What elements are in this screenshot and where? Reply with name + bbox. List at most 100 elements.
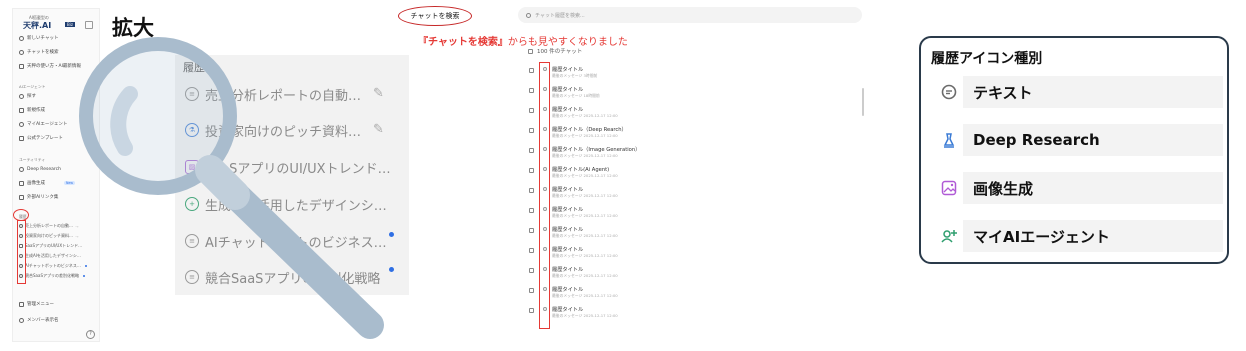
chat-icon: ≡: [185, 87, 199, 101]
new-badge: New: [64, 181, 75, 185]
help-icon[interactable]: ?: [86, 330, 95, 339]
row-subtitle: 最後のメッセージ 18時間前: [552, 93, 600, 98]
history-item[interactable]: 売上分析レポートの自動… ⊸: [19, 222, 78, 230]
chat-list-row[interactable]: 履歴タイトル 最後のメッセージ 3時間前: [520, 60, 864, 80]
chat-list-row[interactable]: 履歴タイトル 最後のメッセージ 2025-12-17 12:00: [520, 200, 864, 220]
sidebar-item-label: 管理メニュー: [27, 302, 54, 307]
zoomed-history-label: 売上分析レポートの自動…: [205, 88, 362, 104]
chat-list-row[interactable]: 履歴タイトル 最後のメッセージ 2025-12-17 12:00: [520, 240, 864, 260]
row-checkbox[interactable]: [529, 148, 534, 153]
chat-list-row[interactable]: 履歴タイトル 最後のメッセージ 2025-12-17 12:00: [520, 220, 864, 240]
pin-icon[interactable]: ✎: [373, 86, 384, 101]
chat-list-row[interactable]: 履歴タイトル 最後のメッセージ 2025-12-17 12:00: [520, 100, 864, 120]
row-title: 履歴タイトル（Deep Rearch）: [552, 127, 627, 133]
row-checkbox[interactable]: [529, 308, 534, 313]
row-title: 履歴タイトル: [552, 267, 584, 273]
chat-list-row[interactable]: 履歴タイトル 最後のメッセージ 2025-12-17 12:00: [520, 300, 864, 320]
external-links-button[interactable]: 外部AIリンク集: [19, 192, 58, 202]
history-item[interactable]: 競合SaaSアプリの差別化戦略: [19, 272, 85, 280]
row-checkbox[interactable]: [529, 88, 534, 93]
history-item[interactable]: 生成AIを活用したデザインシ…: [19, 252, 81, 260]
row-subtitle: 最後のメッセージ 2025-12-17 12:00: [552, 233, 618, 238]
admin-menu-button[interactable]: 管理メニュー: [19, 299, 54, 309]
row-title: 履歴タイトル: [552, 287, 584, 293]
zoomed-history-item[interactable]: + 生成AIを活用したデザインシ…: [185, 194, 387, 214]
official-template-button[interactable]: 公式テンプレート: [19, 133, 63, 143]
image-generation-button[interactable]: 画像生成 New: [19, 178, 75, 188]
chat-list-row[interactable]: 履歴タイトル 最後のメッセージ 18時間前: [520, 80, 864, 100]
new-chat-button[interactable]: 新しいチャット: [19, 33, 58, 43]
pin-icon[interactable]: ⊸: [75, 234, 78, 239]
feature-note-highlight: 『チャットを検索』: [418, 37, 508, 48]
logo[interactable]: AI搭載型の 天秤.AI Biz: [17, 15, 95, 33]
chat-icon: ≡: [185, 270, 199, 284]
chat-list-row[interactable]: 履歴タイトル 最後のメッセージ 2025-12-17 12:00: [520, 260, 864, 280]
unread-dot: [84, 265, 87, 267]
row-checkbox[interactable]: [529, 288, 534, 293]
row-checkbox[interactable]: [529, 248, 534, 253]
zoomed-history-panel: 履歴 ≡ 売上分析レポートの自動… ✎ ⚗ 投資家向けのピッチ資料… ✎ ▨ S…: [175, 55, 409, 295]
chat-list-row[interactable]: 履歴タイトル 最後のメッセージ 2025-12-17 12:00: [520, 180, 864, 200]
history-icons-highlight: [17, 220, 26, 284]
sidebar-collapse-icon[interactable]: [85, 21, 93, 29]
search-icon: [526, 12, 531, 18]
guide-link[interactable]: 天秤の使い方・AI最新情報: [19, 61, 81, 71]
row-title: 履歴タイトル(Ai Agent): [552, 167, 610, 173]
row-subtitle: 最後のメッセージ 2025-12-17 12:00: [552, 273, 618, 278]
deep-research-button[interactable]: Deep Research: [19, 164, 61, 174]
scrollbar[interactable]: [862, 88, 864, 116]
member-name-button[interactable]: メンバー表示名: [19, 315, 59, 325]
zoomed-history-item[interactable]: ▨ SaaSアプリのUI/UXトレンド…: [185, 157, 391, 177]
logo-text: 天秤.AI: [23, 21, 52, 30]
deep-research-icon: ⚗: [185, 123, 199, 137]
zoomed-history-label: AIチャットボットのビジネス…: [205, 235, 387, 251]
unread-dot: [389, 267, 394, 272]
row-checkbox[interactable]: [529, 128, 534, 133]
chat-list-row[interactable]: 履歴タイトル（Deep Rearch） 最後のメッセージ 2025-12-17 1…: [520, 120, 864, 140]
row-checkbox[interactable]: [529, 228, 534, 233]
zoomed-history-item[interactable]: ⚗ 投資家向けのピッチ資料…: [185, 120, 361, 140]
history-item[interactable]: AIチャットボットのビジネス…: [19, 262, 87, 270]
zoomed-history-item[interactable]: ≡ 売上分析レポートの自動…: [185, 84, 361, 104]
sidebar-item-label: 新規作成: [27, 108, 45, 113]
row-checkbox[interactable]: [529, 208, 534, 213]
chat-list: 履歴タイトル 最後のメッセージ 3時間前 履歴タイトル 最後のメッセージ 18時間前履…: [520, 60, 864, 330]
explore-agent-button[interactable]: 探す: [19, 91, 36, 101]
zoomed-history-label: 競合SaaSアプリの差別化戦略: [205, 271, 381, 287]
history-item-label: 売上分析レポートの自動…: [25, 223, 73, 228]
search-icon: [19, 49, 24, 55]
legend-row-agent: マイAIエージェント: [939, 218, 1223, 254]
row-checkbox[interactable]: [529, 168, 534, 173]
row-checkbox[interactable]: [529, 268, 534, 273]
chat-list-row[interactable]: 履歴タイトル(Ai Agent) 最後のメッセージ 2025-12-17 12:0…: [520, 160, 864, 180]
agent-icon: [939, 226, 959, 246]
row-subtitle: 最後のメッセージ 2025-12-17 12:00: [552, 173, 618, 178]
search-chat-button[interactable]: チャットを検索: [19, 47, 58, 57]
row-checkbox[interactable]: [529, 108, 534, 113]
row-subtitle: 最後のメッセージ 3時間前: [552, 73, 598, 78]
create-agent-button[interactable]: 新規作成: [19, 105, 45, 115]
zoomed-history-item[interactable]: ≡ AIチャットボットのビジネス…: [185, 231, 387, 251]
row-title: 履歴タイトル: [552, 247, 584, 253]
chat-list-row[interactable]: 履歴タイトル（Image Generation） 最後のメッセージ 2025-12…: [520, 140, 864, 160]
chat-search-input[interactable]: チャット履歴を検索...: [518, 7, 862, 23]
my-agent-button[interactable]: マイAIエージェント: [19, 119, 67, 129]
legend-row-deep-research: Deep Research: [939, 122, 1223, 158]
select-all-checkbox[interactable]: [528, 48, 533, 54]
agent-icon: +: [185, 197, 199, 211]
history-item-label: 投資家向けのピッチ資料…: [25, 233, 73, 238]
image-icon: ▨: [185, 160, 199, 174]
pin-icon[interactable]: ✎: [373, 122, 384, 137]
row-title: 履歴タイトル（Image Generation）: [552, 147, 641, 153]
zoomed-history-heading: 履歴: [183, 61, 205, 74]
row-subtitle: 最後のメッセージ 2025-12-17 12:00: [552, 253, 618, 258]
history-item[interactable]: SaaSアプリのUI/UXトレンド…: [19, 242, 82, 250]
row-checkbox[interactable]: [529, 68, 534, 73]
zoomed-history-item[interactable]: ≡ 競合SaaSアプリの差別化戦略: [185, 267, 380, 287]
history-item[interactable]: 投資家向けのピッチ資料… ⊸: [19, 232, 78, 240]
row-checkbox[interactable]: [529, 188, 534, 193]
chat-list-row[interactable]: 履歴タイトル 最後のメッセージ 2025-12-17 12:00: [520, 280, 864, 300]
compass-icon: [19, 93, 24, 99]
book-icon: [19, 63, 24, 69]
pin-icon[interactable]: ⊸: [75, 224, 78, 229]
